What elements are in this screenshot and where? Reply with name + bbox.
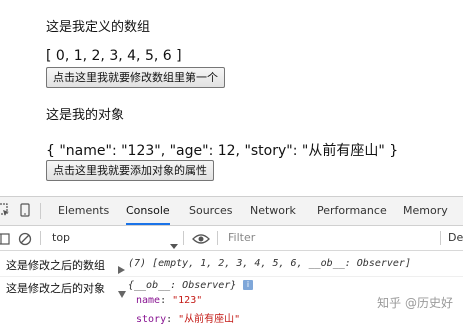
filter-input[interactable]: Filter [228, 226, 255, 250]
tab-sources[interactable]: Sources [189, 197, 233, 225]
array-heading: 这是我定义的数组 [46, 20, 151, 35]
expand-arrow-icon[interactable] [118, 259, 125, 278]
toolbar-divider-2 [183, 231, 184, 245]
sidebar-icon[interactable] [0, 231, 10, 245]
tab-memory[interactable]: Memory [403, 197, 448, 225]
eye-icon[interactable] [192, 231, 210, 245]
toolbar-divider-4 [440, 231, 441, 245]
add-property-button[interactable]: 点击这里我就要添加对象的属性 [46, 160, 214, 181]
property-value: "从前有座山" [178, 314, 241, 325]
property-name-row: name: "123" [136, 295, 203, 306]
info-icon: i [243, 280, 253, 290]
console-toolbar: top Filter De [0, 226, 463, 251]
console-log-label: 这是修改之后的对象 [6, 282, 105, 295]
tab-elements[interactable]: Elements [58, 197, 109, 225]
tab-network[interactable]: Network [250, 197, 296, 225]
console-array-value[interactable]: (7) [empty, 1, 2, 3, 4, 5, 6, __ob__: Ob… [128, 258, 411, 269]
context-selector[interactable]: top [52, 226, 70, 250]
tab-console[interactable]: Console [126, 197, 170, 225]
device-toolbar-icon[interactable] [18, 202, 32, 217]
toolbar-divider-3 [217, 231, 218, 245]
context-value: top [52, 231, 71, 244]
property-key: story [136, 314, 167, 325]
modify-array-button[interactable]: 点击这里我就要修改数组里第一个 [46, 67, 225, 88]
property-value: "123" [172, 295, 203, 306]
console-log-label: 这是修改之后的数组 [6, 259, 105, 272]
clear-console-icon[interactable] [18, 231, 32, 246]
devtools-tabbar: Elements Console Sources Network Perform… [0, 197, 463, 226]
inspect-icon[interactable] [0, 202, 10, 216]
property-key: name [136, 295, 161, 306]
watermark: 知乎 @历史好 [377, 296, 453, 310]
console-object-value[interactable]: {__ob__: Observer} [128, 280, 236, 291]
tab-performance[interactable]: Performance [317, 197, 387, 225]
demo-page: 这是我定义的数组 [ 0, 1, 2, 3, 4, 5, 6 ] 点击这里我就要… [0, 0, 463, 196]
property-story-row: story: "从前有座山" [136, 314, 241, 325]
collapse-arrow-icon[interactable] [118, 283, 126, 302]
console-message: 这是修改之后的数组 (7) [empty, 1, 2, 3, 4, 5, 6, … [0, 252, 463, 277]
array-value: [ 0, 1, 2, 3, 4, 5, 6 ] [46, 48, 182, 64]
tabbar-divider [40, 203, 41, 219]
toolbar-divider [40, 231, 41, 245]
log-levels-dropdown[interactable]: De [448, 226, 463, 250]
object-value: { "name": "123", "age": 12, "story": "从前… [46, 143, 399, 159]
devtools-panel: Elements Console Sources Network Perform… [0, 196, 463, 325]
object-heading: 这是我的对象 [46, 108, 125, 123]
